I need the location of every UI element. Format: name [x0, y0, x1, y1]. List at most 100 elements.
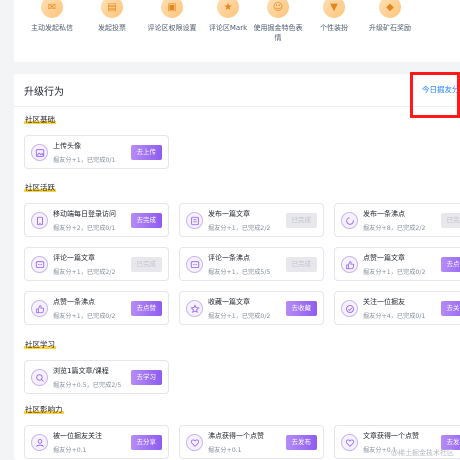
task-card: 收藏一篇文章掘友分+1，已完成0/2 去收藏	[179, 291, 324, 325]
thumb-icon	[31, 300, 48, 317]
divider	[14, 106, 460, 107]
task-title: 文章获得一个点赞	[363, 432, 419, 440]
perk-label: 评论区权限设置	[147, 24, 197, 32]
mark-icon: ★	[217, 0, 239, 18]
task-progress: 掘友分+1，已完成0/2	[208, 313, 271, 320]
task-progress: 掘友分+1，已完成2/2	[53, 269, 116, 276]
task-action-button[interactable]: 去完成	[130, 213, 162, 228]
section-heading-text: 社区影响力	[24, 405, 64, 414]
mobile-icon	[31, 212, 48, 229]
task-title: 评论一篇文章	[53, 254, 95, 262]
task-action-button[interactable]: 去分享	[130, 435, 162, 450]
task-title: 上传头像	[53, 142, 81, 150]
task-title: 发布一篇文章	[208, 210, 250, 218]
task-card: 移动端每日登录访问 掘友分+2，已完成0/1 去完成	[24, 203, 169, 237]
task-title: 评论一条沸点	[208, 254, 250, 262]
task-progress: 掘友分+1，已完成0/2	[363, 269, 426, 276]
comment-icon	[186, 256, 203, 273]
task-action-button[interactable]: 去点赞	[440, 257, 460, 272]
image-icon	[31, 144, 48, 161]
task-action-button: 已完成	[285, 257, 317, 272]
perk-label: 发起投票	[98, 24, 126, 32]
follow-icon	[341, 300, 358, 317]
task-title: 点赞一篇文章	[363, 254, 405, 262]
comment-settings-icon: ▣	[161, 0, 183, 18]
task-card: 沸点获得一个点赞 掘友分+0.1 去发布	[179, 425, 324, 459]
today-score-link[interactable]: 今日掘友分	[422, 84, 460, 95]
heart-icon	[341, 434, 358, 451]
task-progress: 掘友分+1，已完成5/5	[208, 269, 271, 276]
section-heading-text: 社区基础	[24, 115, 56, 124]
task-progress: 掘友分+8，已完成2/2	[363, 225, 426, 232]
task-title: 关注一位掘友	[363, 298, 405, 306]
task-title: 发布一条沸点	[363, 210, 405, 218]
task-progress: 掘友分+1，已完成0/1	[53, 157, 116, 164]
task-action-button[interactable]: 去关注	[440, 301, 460, 316]
task-card: 评论一条沸点掘友分+1，已完成5/5 已完成	[179, 247, 324, 281]
heart-icon	[186, 434, 203, 451]
watermark: @稀土掘金技术社区	[391, 449, 454, 457]
perk-comment-mark: ★ 评论区Mark	[202, 0, 254, 33]
task-action-button[interactable]: 去点赞	[130, 301, 162, 316]
task-card: 发布一篇文章掘友分+1，已完成2/2 已完成	[179, 203, 324, 237]
task-card: 点赞一篇文章掘友分+1，已完成0/2 去点赞	[334, 247, 460, 281]
task-card: 被一位掘友关注 掘友分+0.1 去分享	[24, 425, 169, 459]
ore-icon: ◆	[379, 0, 401, 18]
task-card: 浏览1篇文章/课程掘友分+0.5，已完成2/5 去学习	[24, 360, 169, 394]
task-card: 发布一条沸点掘友分+8，已完成2/2 已完成	[334, 203, 460, 237]
task-title: 收藏一篇文章	[208, 298, 250, 306]
task-title: 沸点获得一个点赞	[208, 432, 264, 440]
perk-label: 升级矿石奖励	[369, 24, 411, 32]
task-action-button[interactable]: 去发布	[285, 435, 317, 450]
task-title: 移动端每日登录访问	[53, 210, 116, 218]
task-progress: 掘友分+2，已完成0/1	[53, 225, 116, 232]
section-heading: 社区学习	[24, 339, 56, 350]
upgrade-actions-panel: 升级行为 今日掘友分 社区基础 上传头像 掘友分+1，已完成0/1 去上传 社区活跃 移动…	[14, 74, 460, 460]
perk-label: 评论区Mark	[208, 24, 248, 32]
task-action-button[interactable]: 去收藏	[285, 301, 317, 316]
task-progress: 掘友分+1，已完成0/2	[53, 313, 116, 320]
shirt-icon: ▼	[323, 0, 345, 18]
task-card: 评论一篇文章掘友分+1，已完成2/2 已完成	[24, 247, 169, 281]
star-icon	[186, 300, 203, 317]
task-title: 被一位掘友关注	[53, 432, 102, 440]
user-icon	[31, 434, 48, 451]
task-action-button: 已完成	[440, 213, 460, 228]
task-progress: 掘友分+1，已完成2/2	[208, 225, 271, 232]
task-progress: 掘友分+0.1	[208, 447, 242, 454]
task-progress: 掘友分+0.5，已完成2/5	[53, 382, 122, 389]
thumb-icon	[341, 256, 358, 273]
section-heading: 社区基础	[24, 114, 56, 125]
task-card: 点赞一条沸点掘友分+1，已完成0/2 去点赞	[24, 291, 169, 325]
perk-ore-reward: ◆ 升级矿石奖励	[364, 0, 416, 33]
vote-icon: ▤	[101, 0, 123, 18]
section-heading-text: 社区学习	[24, 340, 56, 349]
perk-label: 主动发起私信	[31, 24, 73, 32]
perk-emoji: ☺ 使用掘金特色表情	[252, 0, 304, 43]
task-action-button[interactable]: 去学习	[130, 370, 162, 385]
section-heading: 社区活跃	[24, 182, 56, 193]
perk-private-message: ✉ 主动发起私信	[26, 0, 78, 33]
comment-icon	[31, 256, 48, 273]
task-action-button[interactable]: 去上传	[130, 145, 162, 160]
perk-label: 使用掘金特色表情	[253, 24, 303, 42]
task-card: 上传头像掘友分+1，已完成0/1 去上传	[24, 135, 169, 169]
perks-strip: ✉ 主动发起私信 ▤ 发起投票 ▣ 评论区权限设置 ★ 评论区Mark ☺ 使用…	[14, 0, 460, 62]
task-progress: 掘友分+0.1	[53, 447, 87, 454]
perk-comment-settings: ▣ 评论区权限设置	[146, 0, 198, 33]
task-progress: 掘友分+4，已完成0/1	[363, 313, 426, 320]
article-icon	[186, 212, 203, 229]
task-title: 浏览1篇文章/课程	[53, 367, 109, 375]
message-icon: ✉	[41, 0, 63, 18]
section-heading-text: 社区活跃	[24, 183, 56, 192]
search-icon	[31, 369, 48, 386]
task-card: 关注一位掘友掘友分+4，已完成0/1 去关注	[334, 291, 460, 325]
perk-dress-up: ▼ 个性装扮	[308, 0, 360, 33]
perk-label: 个性装扮	[320, 24, 348, 32]
emoji-icon: ☺	[267, 0, 289, 18]
perk-vote: ▤ 发起投票	[86, 0, 138, 33]
section-heading: 社区影响力	[24, 404, 64, 415]
task-action-button: 已完成	[130, 257, 162, 272]
task-action-button: 已完成	[285, 213, 317, 228]
task-title: 点赞一条沸点	[53, 298, 95, 306]
